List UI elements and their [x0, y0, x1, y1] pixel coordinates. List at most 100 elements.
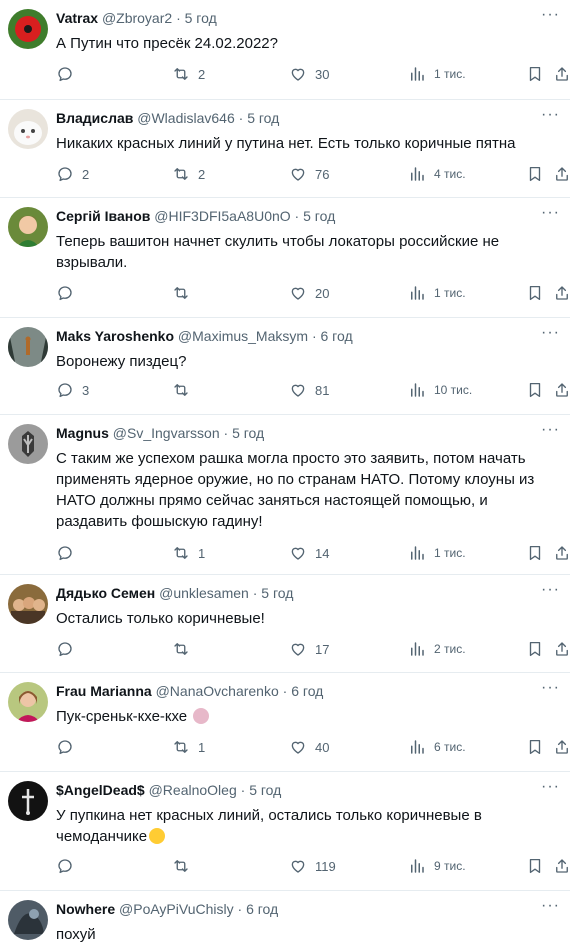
views-button[interactable]: 1 тис. — [408, 283, 466, 303]
share-button[interactable] — [553, 737, 570, 757]
share-button[interactable] — [553, 283, 570, 303]
avatar[interactable] — [8, 9, 48, 49]
more-icon[interactable]: ··· — [541, 582, 560, 598]
reply-button[interactable]: 2 — [56, 164, 89, 184]
like-button[interactable]: 14 — [289, 543, 329, 563]
views-button[interactable]: 4 тис. — [408, 164, 466, 184]
tweet[interactable]: Maks Yaroshenko @Maximus_Maksym · 6 год … — [0, 318, 570, 415]
more-icon[interactable]: ··· — [541, 325, 560, 341]
retweet-button[interactable] — [172, 639, 198, 659]
bookmark-button[interactable] — [526, 164, 544, 184]
share-button[interactable] — [553, 164, 570, 184]
timestamp[interactable]: 6 год — [291, 683, 323, 699]
tweet[interactable]: Дядько Семен @unklesamen · 5 год ··· Ост… — [0, 575, 570, 673]
tweet[interactable]: Vatrax @Zbroyar2 · 5 год ··· А Путин что… — [0, 0, 570, 100]
more-icon[interactable]: ··· — [541, 898, 560, 914]
views-button[interactable]: 10 тис. — [408, 380, 472, 400]
like-button[interactable]: 81 — [289, 380, 329, 400]
timestamp[interactable]: 6 год — [246, 901, 278, 917]
bookmark-button[interactable] — [526, 283, 544, 303]
avatar[interactable] — [8, 327, 48, 367]
retweet-button[interactable]: 2 — [172, 64, 205, 84]
tweet[interactable]: Frau Marianna @NanaOvcharenko · 6 год ··… — [0, 673, 570, 772]
avatar[interactable] — [8, 584, 48, 624]
views-button[interactable]: 1 тис. — [408, 64, 466, 84]
reply-button[interactable] — [56, 737, 82, 757]
tweet[interactable]: Magnus @Sv_Ingvarsson · 5 год ··· С таки… — [0, 415, 570, 575]
avatar[interactable] — [8, 682, 48, 722]
views-button[interactable]: 1 тис. — [408, 543, 466, 563]
more-icon[interactable]: ··· — [541, 779, 560, 795]
display-name[interactable]: Frau Marianna — [56, 683, 152, 699]
tweet[interactable]: Nowhere @PoAyPiVuChisly · 6 год ··· поху… — [0, 891, 570, 947]
timestamp[interactable]: 5 год — [249, 782, 281, 798]
timestamp[interactable]: 5 год — [232, 425, 264, 441]
handle[interactable]: @NanaOvcharenko — [156, 683, 279, 699]
bookmark-button[interactable] — [526, 543, 544, 563]
handle[interactable]: @PoAyPiVuChisly — [119, 901, 234, 917]
avatar[interactable] — [8, 781, 48, 821]
share-button[interactable] — [553, 543, 570, 563]
retweet-button[interactable]: 2 — [172, 164, 205, 184]
timestamp[interactable]: 6 год — [321, 328, 353, 344]
retweet-button[interactable] — [172, 380, 198, 400]
display-name[interactable]: Maks Yaroshenko — [56, 328, 174, 344]
more-icon[interactable]: ··· — [541, 205, 560, 221]
like-button[interactable]: 17 — [289, 639, 329, 659]
bookmark-button[interactable] — [526, 737, 544, 757]
like-button[interactable]: 40 — [289, 737, 329, 757]
handle[interactable]: @Sv_Ingvarsson — [113, 425, 220, 441]
like-button[interactable]: 20 — [289, 283, 329, 303]
handle[interactable]: @HIF3DFI5aA8U0nO — [154, 208, 290, 224]
share-button[interactable] — [553, 380, 570, 400]
handle[interactable]: @Wladislav646 — [137, 110, 234, 126]
retweet-button[interactable] — [172, 283, 198, 303]
avatar[interactable] — [8, 900, 48, 940]
display-name[interactable]: Владислав — [56, 110, 133, 126]
avatar[interactable] — [8, 424, 48, 464]
timestamp[interactable]: 5 год — [261, 585, 293, 601]
tweet[interactable]: Сергій Іванов @HIF3DFI5aA8U0nO · 5 год ·… — [0, 198, 570, 318]
more-icon[interactable]: ··· — [541, 107, 560, 123]
reply-button[interactable] — [56, 64, 82, 84]
handle[interactable]: @Zbroyar2 — [102, 10, 172, 26]
tweet[interactable]: $AngelDead$ @RealnoOleg · 5 год ··· У пу… — [0, 772, 570, 891]
reply-button[interactable]: 3 — [56, 380, 89, 400]
views-button[interactable]: 6 тис. — [408, 737, 466, 757]
avatar[interactable] — [8, 207, 48, 247]
bookmark-button[interactable] — [526, 639, 544, 659]
views-button[interactable]: 2 тис. — [408, 639, 466, 659]
display-name[interactable]: Дядько Семен — [56, 585, 155, 601]
handle[interactable]: @RealnoOleg — [149, 782, 237, 798]
handle[interactable]: @Maximus_Maksym — [178, 328, 308, 344]
reply-button[interactable] — [56, 639, 82, 659]
timestamp[interactable]: 5 год — [185, 10, 217, 26]
like-button[interactable]: 119 — [289, 856, 336, 876]
display-name[interactable]: Nowhere — [56, 901, 115, 917]
handle[interactable]: @unklesamen — [159, 585, 249, 601]
more-icon[interactable]: ··· — [541, 422, 560, 438]
views-button[interactable]: 9 тис. — [408, 856, 466, 876]
more-icon[interactable]: ··· — [541, 680, 560, 696]
timestamp[interactable]: 5 год — [247, 110, 279, 126]
like-button[interactable]: 30 — [289, 64, 329, 84]
bookmark-button[interactable] — [526, 64, 544, 84]
bookmark-button[interactable] — [526, 380, 544, 400]
retweet-button[interactable] — [172, 856, 198, 876]
timestamp[interactable]: 5 год — [303, 208, 335, 224]
reply-button[interactable] — [56, 283, 82, 303]
retweet-button[interactable]: 1 — [172, 543, 205, 563]
reply-button[interactable] — [56, 543, 82, 563]
display-name[interactable]: $AngelDead$ — [56, 782, 145, 798]
share-button[interactable] — [553, 856, 570, 876]
display-name[interactable]: Magnus — [56, 425, 109, 441]
like-button[interactable]: 76 — [289, 164, 329, 184]
more-icon[interactable]: ··· — [541, 7, 560, 23]
reply-button[interactable] — [56, 856, 82, 876]
share-button[interactable] — [553, 639, 570, 659]
tweet[interactable]: Владислав @Wladislav646 · 5 год ··· Ника… — [0, 100, 570, 198]
display-name[interactable]: Сергій Іванов — [56, 208, 150, 224]
share-button[interactable] — [553, 64, 570, 84]
bookmark-button[interactable] — [526, 856, 544, 876]
retweet-button[interactable]: 1 — [172, 737, 205, 757]
